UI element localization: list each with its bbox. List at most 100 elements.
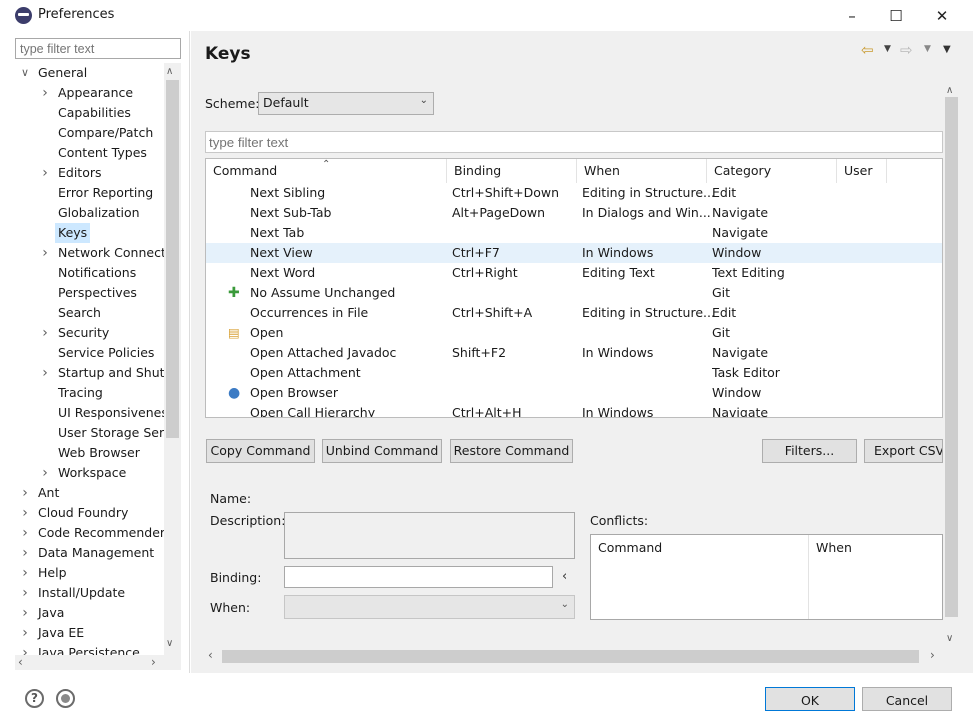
cell-category: Window <box>712 245 762 260</box>
chevron-right-icon[interactable]: › <box>39 363 51 383</box>
tree-scroll-thumb[interactable] <box>166 80 179 438</box>
close-button[interactable]: ✕ <box>919 0 965 31</box>
scroll-down-arrow-icon[interactable]: ∨ <box>946 633 953 644</box>
tree-item-label: Keys <box>55 223 91 243</box>
scroll-left-arrow-icon[interactable]: ‹ <box>208 648 213 662</box>
cell-when: Editing in Structure... <box>582 185 715 200</box>
column-header-category[interactable]: Category <box>707 159 837 183</box>
when-select[interactable]: ⌄ <box>284 595 575 619</box>
table-row[interactable]: Open Call Hierarchy Ctrl+Alt+H In Windows N… <box>206 403 942 418</box>
import-export-icon[interactable] <box>56 689 75 708</box>
conflicts-label: Conflicts: <box>590 513 649 528</box>
help-icon[interactable]: ? <box>25 689 44 708</box>
tree-item-label: General <box>38 65 88 80</box>
table-row[interactable]: Open Attachment Task Editor <box>206 363 942 383</box>
table-row[interactable]: Open Attached Javadoc Shift+F2 In Windows N… <box>206 343 942 363</box>
cell-category: Text Editing <box>712 265 785 280</box>
cell-category: Edit <box>712 185 737 200</box>
tree-item-label: Help <box>38 565 67 580</box>
binding-input[interactable] <box>284 566 553 588</box>
cell-command: Next View <box>250 245 313 260</box>
tree-item-label: Java <box>38 605 65 620</box>
conflicts-table: Command When <box>590 534 943 620</box>
cell-when: In Windows <box>582 245 654 260</box>
copy-command-button[interactable]: Copy Command <box>206 439 315 463</box>
table-row[interactable]: Occurrences in File Ctrl+Shift+A Editing i… <box>206 303 942 323</box>
chevron-right-icon[interactable]: › <box>19 623 31 643</box>
table-row[interactable]: Next Word Ctrl+Right Editing Text Text Edit… <box>206 263 942 283</box>
page-horizontal-scroll-thumb[interactable] <box>222 650 919 663</box>
chevron-right-icon[interactable]: › <box>19 603 31 623</box>
back-arrow-icon[interactable]: ⇦ <box>861 41 874 59</box>
view-menu-icon[interactable]: ▼ <box>943 44 951 55</box>
cell-binding: Ctrl+Alt+H <box>452 405 522 418</box>
sort-ascending-icon: ⌃ <box>322 159 331 170</box>
filters-button[interactable]: Filters... <box>762 439 857 463</box>
chevron-right-icon[interactable]: › <box>39 243 51 263</box>
cell-category: Window <box>712 385 762 400</box>
ok-button[interactable]: OK <box>765 687 855 711</box>
cell-binding: Ctrl+Shift+A <box>452 305 533 320</box>
chevron-right-icon[interactable]: › <box>19 643 31 655</box>
table-row[interactable]: Next Sub-Tab Alt+PageDown In Dialogs and W… <box>206 203 942 223</box>
keybindings-table: Command ⌃ Binding When Category User Nex… <box>205 158 943 418</box>
tree-item-label: Install/Update <box>38 585 126 600</box>
page-scroll-thumb[interactable] <box>945 97 958 617</box>
table-row[interactable]: Next Sibling Ctrl+Shift+Down Editing in St… <box>206 183 942 203</box>
chevron-right-icon[interactable]: › <box>19 483 31 503</box>
chevron-right-icon[interactable]: › <box>19 583 31 603</box>
binding-menu-arrow-icon[interactable]: ‹ <box>562 569 567 584</box>
chevron-right-icon[interactable]: › <box>19 503 31 523</box>
table-row[interactable]: Next Tab Navigate <box>206 223 942 243</box>
chevron-down-icon[interactable]: ∨ <box>19 63 31 83</box>
column-header-binding[interactable]: Binding <box>447 159 577 183</box>
table-row[interactable]: ✚ No Assume Unchanged Git <box>206 283 942 303</box>
cell-command: Open Call Hierarchy <box>250 405 376 418</box>
scroll-left-arrow-icon[interactable]: ‹ <box>18 655 23 669</box>
chevron-right-icon[interactable]: › <box>19 543 31 563</box>
scheme-select[interactable]: Default ⌄ <box>258 92 434 115</box>
column-header-when[interactable]: When <box>577 159 707 183</box>
cell-when: In Windows <box>582 345 654 360</box>
forward-arrow-icon[interactable]: ⇨ <box>900 41 913 59</box>
scroll-right-arrow-icon[interactable]: › <box>151 655 156 669</box>
cell-category: Navigate <box>712 345 769 360</box>
column-header-command[interactable]: Command ⌃ <box>206 159 447 183</box>
chevron-right-icon[interactable]: › <box>19 563 31 583</box>
chevron-right-icon[interactable]: › <box>39 163 51 183</box>
export-csv-button[interactable]: Export CSV... <box>864 439 943 463</box>
table-row[interactable]: Next View Ctrl+F7 In Windows Window <box>206 243 942 263</box>
cancel-button[interactable]: Cancel <box>862 687 952 711</box>
conflicts-column-command[interactable]: Command <box>591 535 809 619</box>
chevron-right-icon[interactable]: › <box>39 323 51 343</box>
forward-dropdown-icon[interactable]: ▼ <box>924 44 931 54</box>
table-row[interactable]: ▤ Open Git <box>206 323 942 343</box>
globe-icon: ● <box>228 385 241 401</box>
table-row[interactable]: ● Open Browser Window <box>206 383 942 403</box>
scheme-label: Scheme: <box>205 96 260 111</box>
cell-when: In Windows <box>582 405 654 418</box>
scroll-right-arrow-icon[interactable]: › <box>930 648 935 662</box>
window-title: Preferences <box>38 7 115 22</box>
maximize-button[interactable]: ☐ <box>873 0 919 31</box>
unbind-command-button[interactable]: Unbind Command <box>322 439 442 463</box>
restore-command-button[interactable]: Restore Command <box>450 439 573 463</box>
chevron-right-icon[interactable]: › <box>39 83 51 103</box>
scroll-up-arrow-icon[interactable]: ∧ <box>946 85 953 96</box>
cell-category: Navigate <box>712 405 769 418</box>
scroll-down-arrow-icon[interactable]: ∨ <box>166 638 173 649</box>
tree-filter-input[interactable] <box>15 38 181 59</box>
cell-when: In Dialogs and Win... <box>582 205 711 220</box>
cell-command: Open Browser <box>250 385 339 400</box>
command-filter-input[interactable] <box>205 131 943 153</box>
cell-binding: Ctrl+Shift+Down <box>452 185 560 200</box>
chevron-right-icon[interactable]: › <box>19 523 31 543</box>
column-header-user[interactable]: User <box>837 159 887 183</box>
chevron-right-icon[interactable]: › <box>39 463 51 483</box>
scroll-up-arrow-icon[interactable]: ∧ <box>166 66 173 77</box>
minimize-button[interactable]: – <box>829 0 875 31</box>
description-field <box>284 512 575 559</box>
back-dropdown-icon[interactable]: ▼ <box>884 44 891 54</box>
conflicts-column-when[interactable]: When <box>809 535 942 619</box>
tree-horizontal-scrollbar[interactable] <box>15 655 181 670</box>
